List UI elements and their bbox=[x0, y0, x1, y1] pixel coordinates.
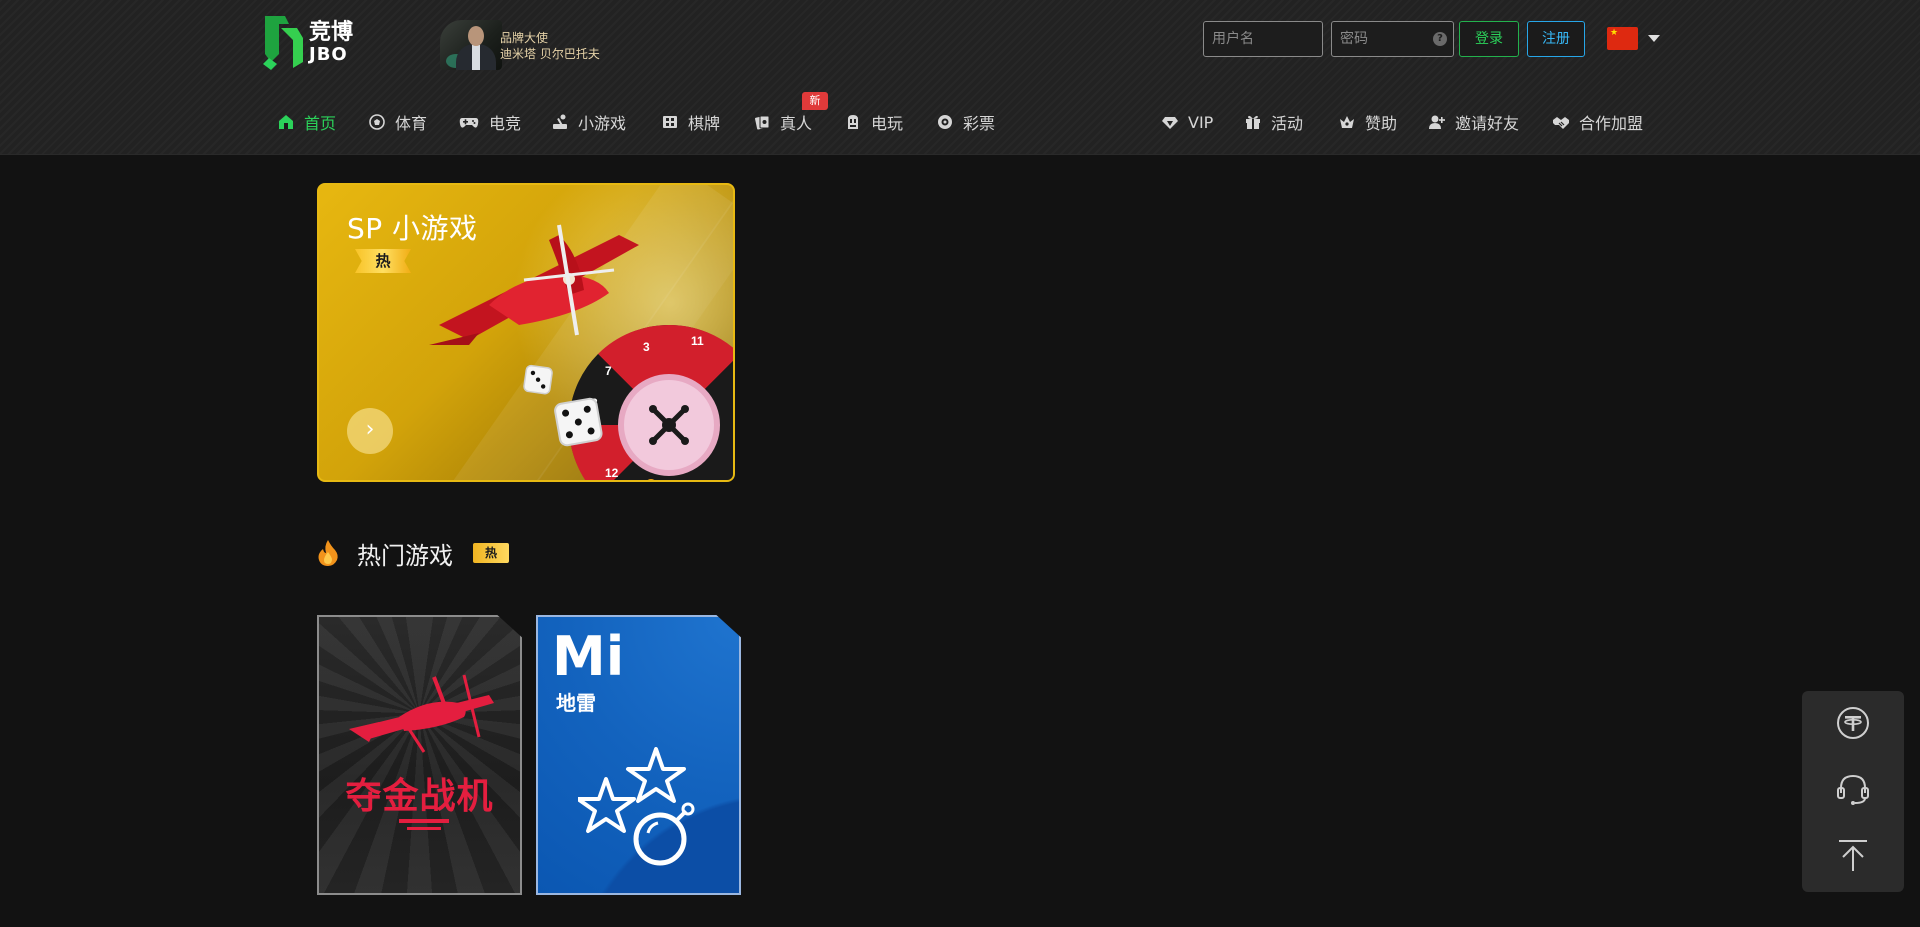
airplane-icon bbox=[349, 674, 494, 753]
airplane-roulette-art: 11 3 7 8 12 bbox=[429, 224, 733, 480]
password-help-icon[interactable]: ? bbox=[1433, 32, 1447, 46]
logo-text-cn: 竞博 bbox=[309, 20, 354, 45]
diamond-icon bbox=[1162, 114, 1178, 130]
roulette-number-12: 12 bbox=[605, 466, 619, 480]
roulette-number-7: 7 bbox=[605, 364, 612, 378]
game-card-aviator[interactable]: 夺金战机 bbox=[317, 615, 522, 895]
home-icon bbox=[278, 114, 294, 130]
usdt-button[interactable] bbox=[1833, 703, 1873, 743]
ambassador-name: 迪米塔 贝尔巴托夫 bbox=[500, 47, 600, 61]
gift-icon bbox=[1245, 114, 1261, 130]
hot-games-title: 热门游戏 bbox=[357, 541, 453, 570]
register-button[interactable]: 注册 bbox=[1527, 21, 1585, 57]
jbo-logo[interactable]: 竞博 JBO bbox=[263, 14, 373, 70]
nav-item-home[interactable]: 首页 bbox=[278, 108, 336, 136]
logo-text-en: JBO bbox=[309, 44, 348, 65]
china-flag-icon[interactable]: ★ bbox=[1607, 27, 1638, 50]
arrow-up-icon bbox=[1839, 840, 1867, 871]
live-casino-icon bbox=[754, 114, 770, 130]
back-to-top-button[interactable] bbox=[1833, 835, 1873, 875]
password-input[interactable]: 密码 ? bbox=[1331, 21, 1454, 57]
banner-title: SP 小游戏 bbox=[347, 212, 478, 245]
invite-user-icon bbox=[1429, 114, 1445, 130]
sp-mini-games-banner[interactable]: 11 3 7 8 12 SP 小游戏 热 › bbox=[317, 183, 735, 482]
nav-item-promotions[interactable]: 活动 bbox=[1245, 108, 1303, 136]
floating-tool-bar bbox=[1802, 691, 1904, 892]
headset-icon bbox=[1837, 774, 1869, 805]
nav-item-vip[interactable]: VIP bbox=[1162, 108, 1213, 136]
customer-service-button[interactable] bbox=[1833, 769, 1873, 809]
cards-icon bbox=[662, 114, 678, 130]
banner-arrow-button[interactable]: › bbox=[347, 408, 393, 454]
stars-bomb-icon bbox=[578, 747, 695, 866]
ambassador-photo bbox=[440, 20, 502, 70]
brand-ambassador[interactable]: 品牌大使 迪米塔 贝尔巴托夫 bbox=[440, 20, 620, 70]
handshake-icon bbox=[1553, 114, 1569, 130]
soccer-ball-icon bbox=[369, 114, 385, 130]
nav-item-chess-cards[interactable]: 棋牌 bbox=[662, 108, 720, 136]
hot-tag: 热 bbox=[473, 543, 509, 563]
nav-item-arcade[interactable]: 电玩 bbox=[845, 108, 903, 136]
nav-item-mini-games[interactable]: 小游戏 bbox=[552, 108, 626, 136]
roulette-number-11: 11 bbox=[691, 334, 704, 348]
nav-item-esports[interactable]: 电竞 bbox=[459, 108, 521, 136]
nav-item-sports[interactable]: 体育 bbox=[369, 108, 427, 136]
game-card-mines[interactable]: Mi 地雷 bbox=[536, 615, 741, 895]
hot-games-heading: 热门游戏 热 bbox=[317, 535, 509, 571]
language-dropdown-caret-icon[interactable] bbox=[1648, 35, 1660, 42]
mines-title: 地雷 bbox=[556, 691, 596, 715]
nav-item-invite-friends[interactable]: 邀请好友 bbox=[1429, 108, 1519, 136]
crown-icon bbox=[1339, 114, 1355, 130]
tether-icon bbox=[1837, 707, 1869, 739]
aviator-title: 夺金战机 bbox=[345, 776, 494, 817]
roulette-number-3: 3 bbox=[643, 340, 650, 354]
site-header: 竞博 JBO 品牌大使 迪米塔 贝尔巴托夫 用户名 密码 ? 登录 注册 ★ 首… bbox=[0, 0, 1920, 155]
login-button[interactable]: 登录 bbox=[1459, 21, 1519, 57]
username-input[interactable]: 用户名 bbox=[1203, 21, 1323, 57]
new-badge: 新 bbox=[802, 92, 828, 110]
nav-item-sponsorship[interactable]: 赞助 bbox=[1339, 108, 1397, 136]
nav-item-partnership[interactable]: 合作加盟 bbox=[1553, 108, 1643, 136]
joystick-icon bbox=[552, 114, 568, 130]
hot-ribbon: 热 bbox=[355, 249, 411, 273]
nav-item-live-casino[interactable]: 真人 bbox=[754, 108, 812, 136]
nav-item-lottery[interactable]: 彩票 bbox=[937, 108, 995, 136]
chevron-right-icon: › bbox=[365, 417, 375, 442]
mines-logo-text: Mi bbox=[552, 625, 625, 688]
ambassador-title: 品牌大使 bbox=[500, 31, 549, 45]
gamepad-icon bbox=[459, 114, 479, 130]
fire-icon bbox=[318, 540, 338, 566]
lottery-ball-icon bbox=[937, 114, 953, 130]
slot-machine-icon bbox=[845, 114, 861, 130]
